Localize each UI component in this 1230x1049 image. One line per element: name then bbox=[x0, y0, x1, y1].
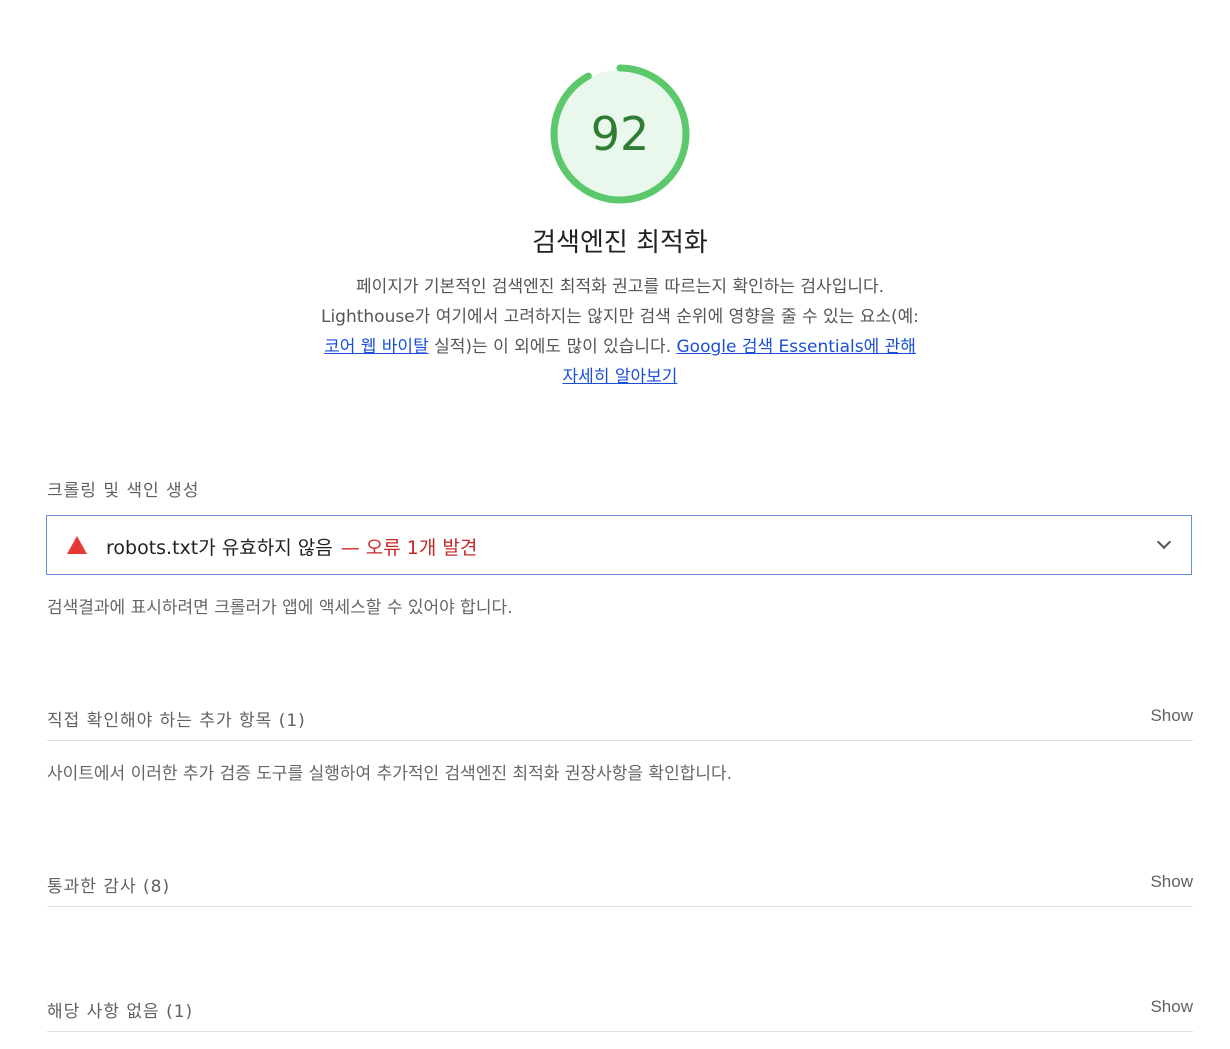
chevron-down-icon[interactable] bbox=[1156, 534, 1172, 550]
warning-triangle-icon bbox=[67, 536, 87, 554]
not-applicable-count: (1) bbox=[166, 1002, 194, 1022]
score-gauge: 92 bbox=[548, 62, 692, 206]
manual-checks-show-button[interactable]: Show bbox=[1150, 706, 1193, 726]
manual-checks-count: (1) bbox=[278, 711, 306, 731]
audit-title-text: robots.txt가 유효하지 않음 bbox=[106, 537, 333, 559]
manual-checks-section[interactable]: 직접 확인해야 하는 추가 항목 (1) Show bbox=[47, 700, 1193, 741]
passed-audits-show-button[interactable]: Show bbox=[1150, 872, 1193, 892]
passed-audits-label-text: 통과한 감사 bbox=[47, 877, 137, 897]
category-desc-text-1: 페이지가 기본적인 검색엔진 최적화 권고를 따르는지 확인하는 검사입니다. … bbox=[320, 277, 919, 327]
manual-checks-label-text: 직접 확인해야 하는 추가 항목 bbox=[47, 711, 273, 731]
category-desc-text-2: 실적)는 이 외에도 많이 있습니다. bbox=[428, 337, 677, 357]
crawl-group-description: 검색결과에 표시하려면 크롤러가 앱에 액세스할 수 있어야 합니다. bbox=[47, 598, 513, 618]
category-description: 페이지가 기본적인 검색엔진 최적화 권고를 따르는지 확인하는 검사입니다. … bbox=[315, 272, 925, 392]
passed-audits-section[interactable]: 통과한 감사 (8) Show bbox=[47, 866, 1193, 907]
not-applicable-label: 해당 사항 없음 (1) bbox=[47, 997, 193, 1022]
manual-checks-label: 직접 확인해야 하는 추가 항목 (1) bbox=[47, 706, 306, 731]
manual-checks-description: 사이트에서 이러한 추가 검증 도구를 실행하여 추가적인 검색엔진 최적화 권… bbox=[47, 764, 733, 784]
core-web-vitals-link[interactable]: 코어 웹 바이탈 bbox=[324, 337, 429, 357]
not-applicable-show-button[interactable]: Show bbox=[1150, 997, 1193, 1017]
passed-audits-label: 통과한 감사 (8) bbox=[47, 872, 170, 897]
score-value: 92 bbox=[590, 107, 650, 161]
robots-txt-audit[interactable]: robots.txt가 유효하지 않음 — 오류 1개 발견 bbox=[46, 515, 1192, 575]
not-applicable-label-text: 해당 사항 없음 bbox=[47, 1002, 160, 1022]
audit-title: robots.txt가 유효하지 않음 — 오류 1개 발견 bbox=[106, 533, 477, 560]
passed-audits-count: (8) bbox=[143, 877, 171, 897]
crawl-group-title: 크롤링 및 색인 생성 bbox=[47, 481, 200, 501]
not-applicable-section[interactable]: 해당 사항 없음 (1) Show bbox=[47, 991, 1193, 1032]
category-title: 검색엔진 최적화 bbox=[532, 228, 708, 258]
audit-error-count: — 오류 1개 발견 bbox=[340, 537, 478, 559]
